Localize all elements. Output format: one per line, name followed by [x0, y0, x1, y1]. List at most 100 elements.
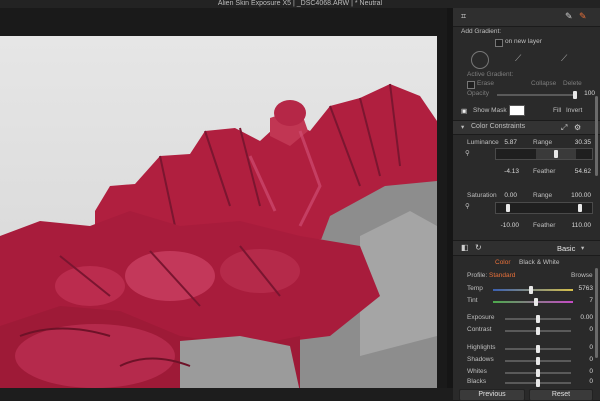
- blacks-value: 0: [589, 378, 593, 385]
- brush-active-icon[interactable]: ✎: [579, 12, 587, 21]
- show-mask-label: Show Mask: [473, 107, 507, 114]
- tint-slider-knob[interactable]: [534, 298, 538, 306]
- delete-button[interactable]: Delete: [563, 80, 582, 87]
- whites-value: 0: [589, 368, 593, 375]
- filmstrip-bar: [0, 388, 453, 400]
- luminance-feather-value: 54.62: [574, 168, 591, 175]
- add-gradient-label: Add Gradient:: [461, 28, 502, 35]
- previous-button[interactable]: Previous: [459, 389, 525, 401]
- reset-icon[interactable]: ↻: [475, 243, 482, 252]
- tab-color[interactable]: Color: [495, 259, 511, 266]
- window-title: Alien Skin Exposure X5 | _DSC4068.ARW | …: [0, 0, 600, 8]
- shadows-value: 0: [589, 356, 593, 363]
- radial-gradient-button[interactable]: [471, 51, 489, 69]
- tint-value: 7: [589, 297, 593, 304]
- saturation-feather-value: 110.00: [571, 222, 591, 229]
- panel-scrollbar-bottom[interactable]: [595, 268, 598, 358]
- saturation-low-knob[interactable]: [506, 204, 510, 212]
- erase-label: Erase: [477, 80, 494, 87]
- luminance-range-slider[interactable]: [495, 148, 593, 160]
- opacity-label: Opacity: [467, 90, 490, 97]
- color-constraints-header[interactable]: ▾ Color Constraints ⤢ ⚙: [453, 120, 600, 135]
- browse-button[interactable]: Browse: [571, 272, 593, 279]
- saturation-range-slider[interactable]: [495, 202, 593, 214]
- color-constraints-title: Color Constraints: [471, 123, 526, 130]
- opacity-slider[interactable]: [497, 91, 577, 99]
- whites-label: Whites: [467, 368, 487, 375]
- luminance-range-value: 30.35: [574, 139, 591, 146]
- reset-button[interactable]: Reset: [529, 389, 593, 401]
- new-layer-label: on new layer: [505, 38, 542, 45]
- exposure-slider[interactable]: [505, 315, 571, 323]
- blacks-slider[interactable]: [505, 379, 571, 387]
- luminance-center-knob[interactable]: [554, 150, 558, 158]
- compare-icon[interactable]: ◧: [461, 243, 469, 252]
- image-canvas[interactable]: [0, 8, 453, 400]
- tint-slider[interactable]: [493, 298, 573, 306]
- erase-checkbox[interactable]: [467, 81, 475, 89]
- temp-slider-knob[interactable]: [529, 286, 533, 294]
- profile-select[interactable]: Standard: [489, 272, 515, 279]
- basic-collapse-arrow-icon[interactable]: ▾: [581, 244, 584, 252]
- saturation-range-value: 100.00: [571, 192, 591, 199]
- opacity-value: 100: [584, 90, 595, 97]
- saturation-value: 0.00: [504, 192, 517, 199]
- linear-gradient-icon[interactable]: ⟋: [515, 54, 521, 63]
- saturation-feather-label: Feather: [533, 222, 556, 229]
- shadows-slider[interactable]: [505, 357, 571, 365]
- crop-icon[interactable]: ⌗: [461, 12, 466, 21]
- temp-value: 5763: [578, 285, 593, 292]
- contrast-label: Contrast: [467, 326, 492, 333]
- shadows-slider-knob[interactable]: [536, 357, 540, 365]
- contrast-value: 0: [589, 326, 593, 333]
- panel-scrollbar-top[interactable]: [595, 96, 598, 176]
- active-gradient-label: Active Gradient:: [467, 71, 514, 78]
- mirrored-gradient-icon[interactable]: ⟋: [561, 54, 567, 63]
- adjustment-panel: ⌗ ✎ ✎ Add Gradient: on new layer ⟋ ⟋ Act…: [453, 8, 600, 401]
- saturation-high-knob[interactable]: [578, 204, 582, 212]
- basic-header[interactable]: ◧ ↻ Basic ▾: [453, 240, 600, 256]
- highlights-value: 0: [589, 344, 593, 351]
- expand-icon[interactable]: ⤢: [561, 123, 567, 132]
- contrast-slider-knob[interactable]: [536, 327, 540, 335]
- invert-button[interactable]: Invert: [566, 107, 582, 114]
- temp-slider[interactable]: [493, 286, 573, 294]
- luminance-low: -4.13: [504, 168, 519, 175]
- gear-icon[interactable]: ⚙: [574, 123, 581, 132]
- luminance-feather-label: Feather: [533, 168, 556, 175]
- opacity-slider-knob[interactable]: [573, 91, 577, 99]
- basic-title: Basic: [557, 244, 576, 253]
- saturation-low: -10.00: [500, 222, 519, 229]
- highlights-slider[interactable]: [505, 345, 571, 353]
- mask-color-swatch[interactable]: [509, 105, 525, 116]
- luminance-range-label: Range: [533, 139, 553, 146]
- collapse-button[interactable]: Collapse: [531, 80, 556, 87]
- exposure-slider-knob[interactable]: [536, 315, 540, 323]
- blacks-slider-knob[interactable]: [536, 379, 540, 387]
- shadows-label: Shadows: [467, 356, 494, 363]
- whites-slider[interactable]: [505, 369, 571, 377]
- tab-black-white[interactable]: Black & White: [519, 259, 559, 266]
- highlights-label: Highlights: [467, 344, 496, 351]
- fill-button[interactable]: Fill: [553, 107, 561, 114]
- exposure-label: Exposure: [467, 314, 495, 321]
- saturation-range-label: Range: [533, 192, 553, 199]
- profile-label: Profile:: [467, 272, 488, 279]
- luminance-value: 5.87: [504, 139, 517, 146]
- show-mask-checkbox[interactable]: ▣: [461, 107, 467, 115]
- collapse-arrow-icon: ▾: [461, 124, 465, 131]
- photo-preview[interactable]: [0, 36, 437, 392]
- blacks-label: Blacks: [467, 378, 487, 385]
- luminance-eyedropper-icon[interactable]: ⚲: [465, 149, 470, 157]
- whites-slider-knob[interactable]: [536, 369, 540, 377]
- tint-label: Tint: [467, 297, 478, 304]
- exposure-value: 0.00: [580, 314, 593, 321]
- panel-toolbar: ⌗ ✎ ✎: [453, 8, 600, 27]
- brush-icon[interactable]: ✎: [565, 12, 573, 21]
- contrast-slider[interactable]: [505, 327, 571, 335]
- saturation-label: Saturation: [467, 192, 497, 199]
- highlights-slider-knob[interactable]: [536, 345, 540, 353]
- luminance-label: Luminance: [467, 139, 499, 146]
- new-layer-checkbox[interactable]: [495, 39, 503, 47]
- saturation-eyedropper-icon[interactable]: ⚲: [465, 202, 470, 210]
